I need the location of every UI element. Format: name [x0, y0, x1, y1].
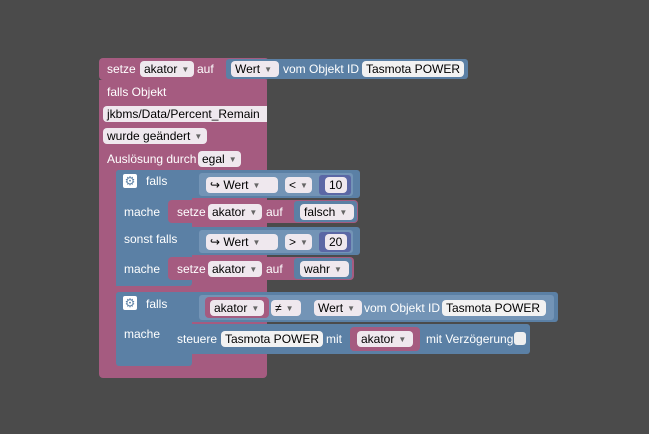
bool-dropdown-wahr[interactable]: wahr ▼ — [300, 261, 349, 277]
akator-var-dropdown[interactable]: akator ▼ — [140, 61, 194, 77]
steuere-target-field[interactable]: Tasmota POWER — [221, 331, 323, 347]
setze-label-1: setze — [177, 205, 206, 219]
mache-label-3: mache — [124, 327, 161, 341]
gear-icon[interactable]: ⚙ — [123, 296, 137, 310]
dropdown-arrow-icon: ▼ — [300, 238, 308, 247]
dropdown-arrow-icon: ▼ — [252, 238, 261, 247]
steuere-label: steuere — [177, 332, 218, 346]
bool-dropdown-falsch[interactable]: falsch ▼ — [300, 204, 354, 220]
vom-objekt-id-label: vom Objekt ID — [283, 62, 360, 76]
akator-var-dropdown-3[interactable]: akator ▼ — [210, 300, 264, 316]
dropdown-arrow-icon: ▼ — [347, 304, 356, 313]
number-input-2[interactable]: 20 — [325, 234, 347, 250]
operator-dropdown-1[interactable]: < ▼ — [285, 177, 312, 193]
object-path-field[interactable]: jkbms/Data/Percent_Remain — [103, 106, 267, 122]
mit-var-dropdown[interactable]: akator ▼ — [357, 331, 413, 347]
mit-verzoegerung-label: mit Verzögerung — [426, 332, 514, 346]
auf-label-1: auf — [266, 205, 283, 219]
setze-label-2: setze — [177, 262, 206, 276]
return-wert-field[interactable]: ↪ Wert ▼ — [206, 177, 278, 193]
event-dropdown[interactable]: wurde geändert ▼ — [103, 128, 207, 144]
setze-label: setze — [107, 62, 136, 76]
akator-var-dropdown-2[interactable]: akator ▼ — [208, 261, 262, 277]
akator-var-dropdown-1[interactable]: akator ▼ — [208, 204, 262, 220]
auf-label-2: auf — [266, 262, 283, 276]
mache-label-2: mache — [124, 262, 161, 276]
wert-dropdown-2[interactable]: Wert ▼ — [314, 300, 362, 316]
mache-label-1: mache — [124, 205, 161, 219]
dropdown-arrow-icon: ▼ — [249, 208, 258, 217]
dropdown-arrow-icon: ▼ — [285, 304, 294, 313]
gear-icon[interactable]: ⚙ — [123, 174, 137, 188]
dropdown-arrow-icon: ▼ — [264, 65, 273, 74]
dropdown-arrow-icon: ▼ — [251, 304, 260, 313]
dropdown-arrow-icon: ▼ — [339, 208, 348, 217]
dropdown-arrow-icon: ▼ — [398, 335, 407, 344]
falls-objekt-label: falls Objekt — [107, 85, 167, 99]
dropdown-arrow-icon: ▼ — [194, 132, 203, 141]
ausloesung-dropdown[interactable]: egal ▼ — [198, 151, 241, 167]
return-arrow-icon: ↪ — [210, 178, 221, 192]
verzoegerung-checkbox[interactable] — [514, 332, 526, 345]
operator-dropdown-3[interactable]: ≠ ▼ — [271, 300, 301, 316]
auf-label: auf — [197, 62, 214, 76]
dropdown-arrow-icon: ▼ — [334, 265, 342, 274]
mit-label: mit — [326, 332, 342, 346]
sonst-falls-label: sonst falls — [124, 232, 178, 246]
falls-label: falls — [146, 174, 168, 188]
vom-objekt-id-label-2: vom Objekt ID — [364, 301, 441, 315]
number-input-1[interactable]: 10 — [325, 177, 347, 193]
object-id-field[interactable]: Tasmota POWER — [362, 61, 464, 77]
ausloesung-label: Auslösung durch — [107, 152, 197, 166]
object-id-field-2[interactable]: Tasmota POWER — [442, 300, 546, 316]
dropdown-arrow-icon: ▼ — [228, 155, 237, 164]
dropdown-arrow-icon: ▼ — [300, 181, 308, 190]
return-wert-field-2[interactable]: ↪ Wert ▼ — [206, 234, 278, 250]
dropdown-arrow-icon: ▼ — [249, 265, 258, 274]
operator-dropdown-2[interactable]: > ▼ — [285, 234, 312, 250]
dropdown-arrow-icon: ▼ — [181, 65, 190, 74]
dropdown-arrow-icon: ▼ — [252, 181, 261, 190]
return-arrow-icon: ↪ — [210, 235, 221, 249]
wert-dropdown[interactable]: Wert ▼ — [231, 61, 279, 77]
falls-label-2: falls — [146, 297, 168, 311]
